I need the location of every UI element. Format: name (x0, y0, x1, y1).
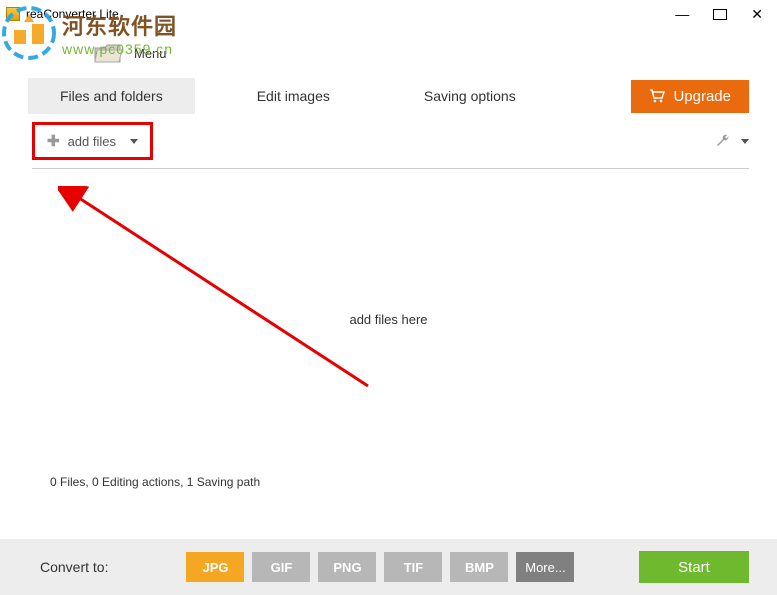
wrench-icon (715, 133, 731, 149)
chevron-down-icon (741, 139, 749, 144)
format-more-button[interactable]: More... (516, 552, 574, 582)
folder-icon (94, 42, 124, 64)
menu-button[interactable]: Menu (134, 46, 167, 61)
upgrade-label: Upgrade (673, 88, 731, 105)
maximize-button[interactable] (713, 9, 727, 20)
minimize-button[interactable]: — (669, 4, 695, 24)
format-tif-button[interactable]: TIF (384, 552, 442, 582)
tab-saving-options[interactable]: Saving options (392, 78, 548, 114)
tab-files-folders[interactable]: Files and folders (28, 78, 195, 114)
start-button[interactable]: Start (639, 551, 749, 583)
settings-button[interactable] (715, 133, 749, 149)
format-jpg-button[interactable]: JPG (186, 552, 244, 582)
menu-bar: Menu (0, 28, 777, 78)
chevron-down-icon (130, 139, 138, 144)
add-files-label: add files (68, 134, 116, 149)
convert-to-label: Convert to: (40, 559, 108, 575)
plus-icon: ✚ (47, 132, 60, 150)
upgrade-button[interactable]: Upgrade (631, 80, 749, 113)
toolbar: ✚ add files (0, 114, 777, 166)
title-bar: reaConverter Lite — ✕ (0, 0, 777, 28)
add-files-button[interactable]: ✚ add files (37, 127, 148, 155)
status-bar: 0 Files, 0 Editing actions, 1 Saving pat… (0, 469, 777, 507)
window-title: reaConverter Lite (26, 7, 119, 21)
cart-icon (649, 89, 665, 103)
tab-edit-images[interactable]: Edit images (225, 78, 362, 114)
app-icon (6, 7, 20, 21)
format-bmp-button[interactable]: BMP (450, 552, 508, 582)
tabs-row: Files and folders Edit images Saving opt… (0, 78, 777, 114)
format-png-button[interactable]: PNG (318, 552, 376, 582)
drop-placeholder-text: add files here (349, 312, 427, 327)
status-text: 0 Files, 0 Editing actions, 1 Saving pat… (50, 475, 260, 489)
format-gif-button[interactable]: GIF (252, 552, 310, 582)
annotation-highlight-box: ✚ add files (32, 122, 153, 160)
close-button[interactable]: ✕ (745, 4, 769, 25)
file-drop-area[interactable]: add files here (0, 169, 777, 469)
footer-bar: Convert to: JPG GIF PNG TIF BMP More... … (0, 539, 777, 595)
